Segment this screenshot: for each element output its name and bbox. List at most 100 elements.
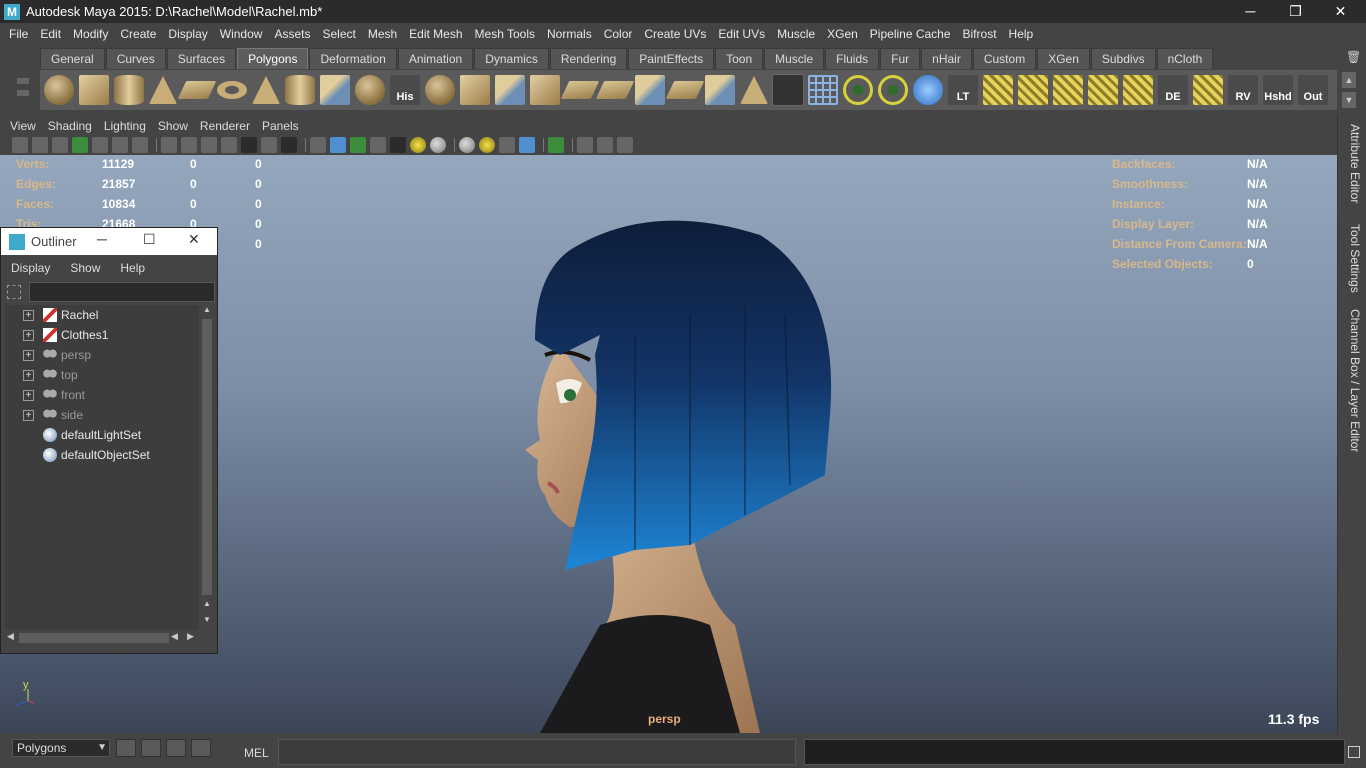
motion-blur-icon[interactable] — [479, 137, 495, 153]
menu-xgen[interactable]: XGen — [821, 27, 864, 41]
menu-mesh-tools[interactable]: Mesh Tools — [469, 27, 541, 41]
de-icon[interactable]: DE — [1158, 75, 1188, 105]
depth-of-field-icon[interactable] — [519, 137, 535, 153]
shelf-tab-xgen[interactable]: XGen — [1037, 48, 1090, 69]
film-gate-icon[interactable] — [181, 137, 197, 153]
use-all-lights-icon[interactable] — [410, 137, 426, 153]
outliner-minimize-icon[interactable]: ─ — [97, 231, 107, 247]
merge-icon[interactable] — [635, 75, 665, 105]
shadows-icon[interactable] — [430, 137, 446, 153]
shelf-tab-fur[interactable]: Fur — [880, 48, 921, 69]
mel-label[interactable]: MEL — [244, 746, 269, 760]
menu-modify[interactable]: Modify — [67, 27, 114, 41]
scroll-up-icon[interactable]: ▲ — [201, 599, 213, 611]
hypershade-icon[interactable]: Hshd — [1263, 75, 1293, 105]
outliner-close-icon[interactable]: ✕ — [188, 231, 200, 248]
shelf-tab-surfaces[interactable]: Surfaces — [166, 48, 237, 69]
xray-icon[interactable] — [370, 137, 386, 153]
outliner-shelf-icon[interactable]: Out — [1298, 75, 1328, 105]
poly-pyramid-icon[interactable] — [252, 76, 280, 104]
script-editor-button-icon[interactable] — [1348, 746, 1360, 758]
poly-blue-cube-icon[interactable] — [913, 75, 943, 105]
gate-mask-icon[interactable] — [221, 137, 237, 153]
menu-color[interactable]: Color — [598, 27, 639, 41]
outliner-menu-help[interactable]: Help — [110, 261, 155, 275]
soccer-ball-icon[interactable] — [355, 75, 385, 105]
history-toggle-icon[interactable]: His — [390, 75, 420, 105]
split-icon[interactable] — [665, 81, 705, 99]
panel-menu-panels[interactable]: Panels — [256, 119, 305, 133]
panel-menu-shading[interactable]: Shading — [42, 119, 98, 133]
poly-sphere-icon[interactable] — [44, 75, 74, 105]
outliner-item-rachel[interactable]: + Rachel — [5, 305, 199, 325]
shelf-tab-fluids[interactable]: Fluids — [825, 48, 880, 69]
smooth-sphere-icon[interactable] — [425, 75, 455, 105]
bridge-icon[interactable] — [495, 75, 525, 105]
safe-action-icon[interactable] — [261, 137, 277, 153]
shelf-tab-painteffects[interactable]: PaintEffects — [628, 48, 715, 69]
menu-create[interactable]: Create — [114, 27, 162, 41]
poly-pipe-icon[interactable] — [285, 75, 315, 105]
scroll-down-icon[interactable]: ▼ — [201, 615, 213, 627]
spike-icon[interactable] — [740, 76, 768, 104]
menu-window[interactable]: Window — [214, 27, 269, 41]
isolate-select-icon[interactable] — [548, 137, 564, 153]
shelf-scroll-up-icon[interactable]: ▲ — [1342, 72, 1356, 88]
minimize-button[interactable]: ─ — [1228, 0, 1273, 23]
textured-icon[interactable] — [390, 137, 406, 153]
resolution-gate-icon[interactable] — [201, 137, 217, 153]
menu-normals[interactable]: Normals — [541, 27, 598, 41]
scroll-right-icon[interactable]: ▶ — [187, 631, 194, 642]
poly-torus-icon[interactable] — [217, 81, 247, 99]
expand-icon[interactable]: + — [23, 349, 34, 361]
panel-menu-show[interactable]: Show — [152, 119, 194, 133]
outliner-maximize-icon[interactable]: ☐ — [143, 231, 156, 248]
expand-icon[interactable]: + — [23, 389, 34, 401]
insert-edge-loop-icon[interactable] — [705, 75, 735, 105]
shelf-tab-custom[interactable]: Custom — [972, 48, 1037, 69]
scroll-up-icon[interactable]: ▲ — [201, 305, 213, 317]
outliner-vertical-scrollbar[interactable]: ▲ ▲ ▼ — [200, 305, 214, 630]
script-editor-icon[interactable] — [141, 739, 161, 757]
xray-joints-icon[interactable] — [577, 137, 593, 153]
shelf-tab-polygons[interactable]: Polygons — [237, 48, 309, 69]
menu-edit[interactable]: Edit — [34, 27, 67, 41]
paint-icon[interactable] — [132, 137, 148, 153]
panel-menu-lighting[interactable]: Lighting — [98, 119, 152, 133]
shelf-tab-nhair[interactable]: nHair — [921, 48, 972, 69]
scroll-thumb[interactable] — [19, 633, 169, 643]
menu-assets[interactable]: Assets — [268, 27, 316, 41]
expand-icon[interactable]: + — [23, 369, 34, 381]
filter-icon[interactable] — [7, 285, 21, 299]
shelf-trash-icon[interactable]: 🗑 — [1346, 50, 1361, 64]
layout-icon[interactable] — [191, 739, 211, 757]
shelf-tab-deformation[interactable]: Deformation — [309, 48, 397, 69]
smooth-shade-icon[interactable] — [330, 137, 346, 153]
poly-plane-icon[interactable] — [177, 81, 217, 99]
outliner-item-defaultlightset[interactable]: defaultLightSet — [5, 425, 199, 445]
menu-muscle[interactable]: Muscle — [771, 27, 821, 41]
anti-aliasing-icon[interactable] — [499, 137, 515, 153]
shelf-tab-rendering[interactable]: Rendering — [549, 48, 628, 69]
uv-automatic-icon[interactable] — [1123, 75, 1153, 105]
menu-edit-uvs[interactable]: Edit UVs — [712, 27, 771, 41]
list-icon[interactable] — [166, 739, 186, 757]
xray-active-icon[interactable] — [597, 137, 613, 153]
grid-icon[interactable] — [161, 137, 177, 153]
outliner-item-defaultobjectset[interactable]: defaultObjectSet — [5, 445, 199, 465]
menu-bifrost[interactable]: Bifrost — [957, 27, 1003, 41]
panel-menu-renderer[interactable]: Renderer — [194, 119, 256, 133]
2d-pan-zoom-icon[interactable] — [112, 137, 128, 153]
menu-mesh[interactable]: Mesh — [362, 27, 403, 41]
bookmark-icon[interactable] — [52, 137, 68, 153]
menu-display[interactable]: Display — [162, 27, 213, 41]
shelf-tab-dynamics[interactable]: Dynamics — [474, 48, 549, 69]
outliner-item-persp[interactable]: + persp — [5, 345, 199, 365]
outliner-horizontal-scrollbar[interactable]: ◀ ◀ ▶ — [5, 631, 199, 645]
expand-icon[interactable]: + — [23, 329, 34, 341]
append-polygon-icon[interactable] — [320, 75, 350, 105]
close-button[interactable]: ✕ — [1318, 0, 1363, 23]
shelf-scroll-down-icon[interactable]: ▼ — [1342, 92, 1356, 108]
outliner-item-top[interactable]: + top — [5, 365, 199, 385]
menu-edit-mesh[interactable]: Edit Mesh — [403, 27, 468, 41]
